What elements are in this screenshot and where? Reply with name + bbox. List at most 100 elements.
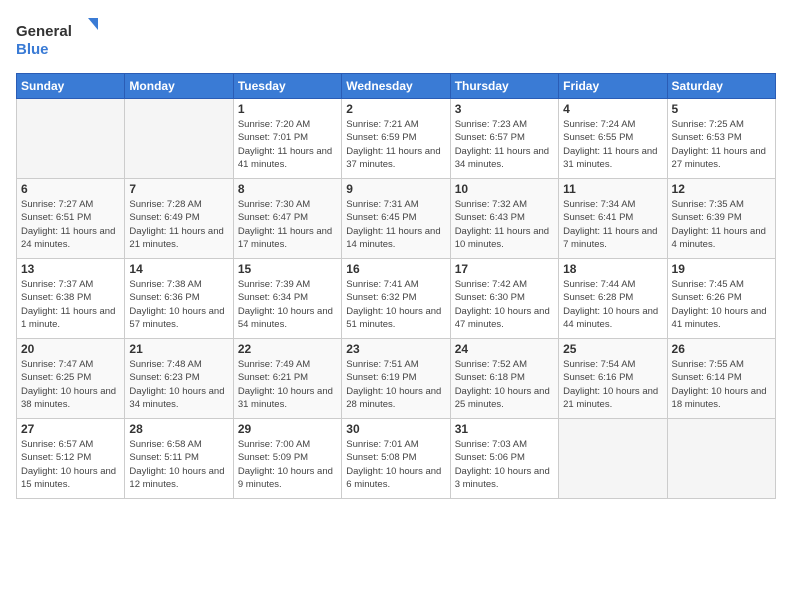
day-number: 14 <box>129 262 228 276</box>
calendar-cell: 12 Sunrise: 7:35 AMSunset: 6:39 PMDaylig… <box>667 179 775 259</box>
day-number: 18 <box>563 262 662 276</box>
day-info: Sunrise: 7:28 AMSunset: 6:49 PMDaylight:… <box>129 198 228 251</box>
day-number: 16 <box>346 262 445 276</box>
calendar-cell: 18 Sunrise: 7:44 AMSunset: 6:28 PMDaylig… <box>559 259 667 339</box>
day-info: Sunrise: 7:54 AMSunset: 6:16 PMDaylight:… <box>563 358 662 411</box>
day-number: 29 <box>238 422 337 436</box>
day-info: Sunrise: 7:39 AMSunset: 6:34 PMDaylight:… <box>238 278 337 331</box>
calendar-cell: 19 Sunrise: 7:45 AMSunset: 6:26 PMDaylig… <box>667 259 775 339</box>
calendar-cell: 22 Sunrise: 7:49 AMSunset: 6:21 PMDaylig… <box>233 339 341 419</box>
calendar-cell: 4 Sunrise: 7:24 AMSunset: 6:55 PMDayligh… <box>559 99 667 179</box>
calendar-row-3: 13 Sunrise: 7:37 AMSunset: 6:38 PMDaylig… <box>17 259 776 339</box>
calendar-cell: 16 Sunrise: 7:41 AMSunset: 6:32 PMDaylig… <box>342 259 450 339</box>
col-header-wednesday: Wednesday <box>342 74 450 99</box>
calendar-row-2: 6 Sunrise: 7:27 AMSunset: 6:51 PMDayligh… <box>17 179 776 259</box>
day-number: 27 <box>21 422 120 436</box>
day-number: 30 <box>346 422 445 436</box>
day-number: 3 <box>455 102 554 116</box>
calendar-cell: 25 Sunrise: 7:54 AMSunset: 6:16 PMDaylig… <box>559 339 667 419</box>
day-number: 31 <box>455 422 554 436</box>
day-info: Sunrise: 7:38 AMSunset: 6:36 PMDaylight:… <box>129 278 228 331</box>
calendar-cell: 15 Sunrise: 7:39 AMSunset: 6:34 PMDaylig… <box>233 259 341 339</box>
day-info: Sunrise: 7:01 AMSunset: 5:08 PMDaylight:… <box>346 438 445 491</box>
calendar-cell: 5 Sunrise: 7:25 AMSunset: 6:53 PMDayligh… <box>667 99 775 179</box>
day-info: Sunrise: 7:37 AMSunset: 6:38 PMDaylight:… <box>21 278 120 331</box>
day-info: Sunrise: 7:48 AMSunset: 6:23 PMDaylight:… <box>129 358 228 411</box>
day-info: Sunrise: 7:55 AMSunset: 6:14 PMDaylight:… <box>672 358 771 411</box>
calendar-cell: 10 Sunrise: 7:32 AMSunset: 6:43 PMDaylig… <box>450 179 558 259</box>
day-number: 20 <box>21 342 120 356</box>
day-info: Sunrise: 7:27 AMSunset: 6:51 PMDaylight:… <box>21 198 120 251</box>
day-info: Sunrise: 7:25 AMSunset: 6:53 PMDaylight:… <box>672 118 771 171</box>
calendar-cell: 31 Sunrise: 7:03 AMSunset: 5:06 PMDaylig… <box>450 419 558 499</box>
calendar-row-4: 20 Sunrise: 7:47 AMSunset: 6:25 PMDaylig… <box>17 339 776 419</box>
calendar-row-5: 27 Sunrise: 6:57 AMSunset: 5:12 PMDaylig… <box>17 419 776 499</box>
day-info: Sunrise: 7:45 AMSunset: 6:26 PMDaylight:… <box>672 278 771 331</box>
day-number: 24 <box>455 342 554 356</box>
col-header-sunday: Sunday <box>17 74 125 99</box>
col-header-friday: Friday <box>559 74 667 99</box>
day-number: 7 <box>129 182 228 196</box>
svg-text:General: General <box>16 23 72 40</box>
calendar-cell: 8 Sunrise: 7:30 AMSunset: 6:47 PMDayligh… <box>233 179 341 259</box>
day-info: Sunrise: 7:24 AMSunset: 6:55 PMDaylight:… <box>563 118 662 171</box>
day-number: 12 <box>672 182 771 196</box>
day-info: Sunrise: 7:31 AMSunset: 6:45 PMDaylight:… <box>346 198 445 251</box>
day-info: Sunrise: 7:52 AMSunset: 6:18 PMDaylight:… <box>455 358 554 411</box>
calendar-cell <box>125 99 233 179</box>
logo-svg: General Blue <box>16 16 106 61</box>
col-header-monday: Monday <box>125 74 233 99</box>
calendar-cell: 26 Sunrise: 7:55 AMSunset: 6:14 PMDaylig… <box>667 339 775 419</box>
day-number: 4 <box>563 102 662 116</box>
day-number: 15 <box>238 262 337 276</box>
calendar-cell: 11 Sunrise: 7:34 AMSunset: 6:41 PMDaylig… <box>559 179 667 259</box>
svg-text:Blue: Blue <box>16 41 49 58</box>
calendar-table: SundayMondayTuesdayWednesdayThursdayFrid… <box>16 73 776 499</box>
calendar-cell: 2 Sunrise: 7:21 AMSunset: 6:59 PMDayligh… <box>342 99 450 179</box>
day-info: Sunrise: 7:44 AMSunset: 6:28 PMDaylight:… <box>563 278 662 331</box>
day-info: Sunrise: 7:23 AMSunset: 6:57 PMDaylight:… <box>455 118 554 171</box>
day-number: 5 <box>672 102 771 116</box>
day-info: Sunrise: 6:57 AMSunset: 5:12 PMDaylight:… <box>21 438 120 491</box>
calendar-cell <box>559 419 667 499</box>
day-info: Sunrise: 7:21 AMSunset: 6:59 PMDaylight:… <box>346 118 445 171</box>
day-number: 22 <box>238 342 337 356</box>
calendar-cell: 13 Sunrise: 7:37 AMSunset: 6:38 PMDaylig… <box>17 259 125 339</box>
header-row: SundayMondayTuesdayWednesdayThursdayFrid… <box>17 74 776 99</box>
day-info: Sunrise: 7:30 AMSunset: 6:47 PMDaylight:… <box>238 198 337 251</box>
col-header-thursday: Thursday <box>450 74 558 99</box>
day-info: Sunrise: 7:34 AMSunset: 6:41 PMDaylight:… <box>563 198 662 251</box>
day-number: 28 <box>129 422 228 436</box>
day-info: Sunrise: 7:42 AMSunset: 6:30 PMDaylight:… <box>455 278 554 331</box>
day-info: Sunrise: 6:58 AMSunset: 5:11 PMDaylight:… <box>129 438 228 491</box>
day-number: 11 <box>563 182 662 196</box>
calendar-cell: 20 Sunrise: 7:47 AMSunset: 6:25 PMDaylig… <box>17 339 125 419</box>
day-number: 23 <box>346 342 445 356</box>
day-info: Sunrise: 7:03 AMSunset: 5:06 PMDaylight:… <box>455 438 554 491</box>
day-number: 2 <box>346 102 445 116</box>
day-number: 19 <box>672 262 771 276</box>
calendar-cell: 9 Sunrise: 7:31 AMSunset: 6:45 PMDayligh… <box>342 179 450 259</box>
calendar-cell: 23 Sunrise: 7:51 AMSunset: 6:19 PMDaylig… <box>342 339 450 419</box>
calendar-cell: 3 Sunrise: 7:23 AMSunset: 6:57 PMDayligh… <box>450 99 558 179</box>
day-info: Sunrise: 7:51 AMSunset: 6:19 PMDaylight:… <box>346 358 445 411</box>
calendar-cell <box>667 419 775 499</box>
day-number: 9 <box>346 182 445 196</box>
day-number: 10 <box>455 182 554 196</box>
day-info: Sunrise: 7:35 AMSunset: 6:39 PMDaylight:… <box>672 198 771 251</box>
day-number: 26 <box>672 342 771 356</box>
calendar-cell: 27 Sunrise: 6:57 AMSunset: 5:12 PMDaylig… <box>17 419 125 499</box>
calendar-cell <box>17 99 125 179</box>
calendar-cell: 24 Sunrise: 7:52 AMSunset: 6:18 PMDaylig… <box>450 339 558 419</box>
logo: General Blue <box>16 16 106 61</box>
day-number: 8 <box>238 182 337 196</box>
day-info: Sunrise: 7:20 AMSunset: 7:01 PMDaylight:… <box>238 118 337 171</box>
day-info: Sunrise: 7:47 AMSunset: 6:25 PMDaylight:… <box>21 358 120 411</box>
day-number: 21 <box>129 342 228 356</box>
day-number: 17 <box>455 262 554 276</box>
header: General Blue <box>16 16 776 61</box>
day-info: Sunrise: 7:49 AMSunset: 6:21 PMDaylight:… <box>238 358 337 411</box>
day-number: 25 <box>563 342 662 356</box>
calendar-cell: 29 Sunrise: 7:00 AMSunset: 5:09 PMDaylig… <box>233 419 341 499</box>
calendar-cell: 30 Sunrise: 7:01 AMSunset: 5:08 PMDaylig… <box>342 419 450 499</box>
